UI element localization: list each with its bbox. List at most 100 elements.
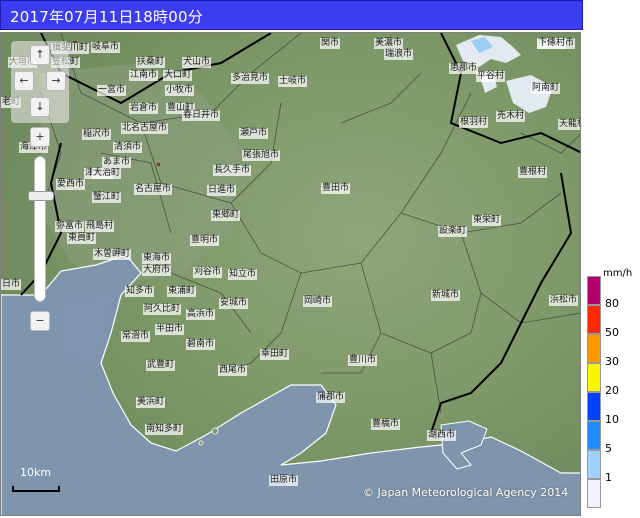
place-label: 設楽町	[438, 226, 468, 237]
place-label: 長久手市	[213, 165, 252, 176]
legend-label: 20	[605, 384, 619, 397]
place-label: 美濃市	[374, 38, 404, 49]
place-label: 瑞浪市	[384, 49, 414, 60]
legend-label: 5	[605, 442, 612, 455]
legend-swatch	[587, 363, 601, 392]
rain-radar-map[interactable]: 揖斐川町大垣市岐阜市関市美濃市瑞浪市恵那市中津川市下條村笠松町扶桑町犬山市江南市…	[0, 32, 581, 516]
place-label: 名古屋市	[134, 184, 173, 195]
legend-swatch	[587, 334, 601, 363]
place-label: 豊川市	[348, 355, 378, 366]
place-label: 碧南市	[186, 339, 216, 350]
place-label: 関市	[320, 38, 341, 49]
legend-unit: mm/h	[603, 268, 633, 279]
place-label: 東員町	[67, 233, 97, 244]
place-label: 田原市	[269, 475, 299, 486]
pan-up-button[interactable]: ↑	[30, 45, 50, 65]
place-label: 知立市	[228, 269, 258, 280]
copyright-notice: © Japan Meteorological Agency 2014	[363, 486, 569, 499]
legend-label: 10	[605, 413, 619, 426]
zoom-in-button[interactable]: +	[30, 127, 50, 147]
place-label: 岡崎市	[303, 296, 333, 307]
place-label: 瀬戸市	[239, 128, 269, 139]
place-label: 東海市	[142, 253, 172, 264]
zoom-out-button[interactable]: −	[30, 311, 50, 331]
place-label: 豊田市	[321, 183, 351, 194]
legend-label: 80	[605, 297, 619, 310]
legend-swatch	[587, 305, 601, 334]
pan-right-button[interactable]: →	[46, 71, 66, 91]
place-label: 春日井市	[182, 110, 221, 121]
place-label: 天龍村	[558, 119, 580, 130]
scale-bar: 10km	[12, 466, 62, 502]
place-label: 大府市	[142, 265, 172, 276]
place-label: 蒲郡市	[316, 392, 346, 403]
legend-label: 50	[605, 326, 619, 339]
precipitation-legend: mm/h 80 50 30 20 10 5 1	[585, 268, 640, 512]
place-label: 東郷町	[211, 210, 241, 221]
observation-time: 2017年07月11日18時00分	[10, 8, 203, 26]
place-label: 阿南町	[531, 83, 561, 94]
legend-swatch	[587, 479, 601, 508]
legend-swatch	[587, 450, 601, 479]
place-label: 愛西市	[56, 179, 86, 190]
place-label: 江南市	[129, 70, 159, 81]
place-label: 南知多町	[145, 424, 184, 435]
zoom-slider-track[interactable]	[34, 156, 46, 302]
place-label: 湖西市	[427, 430, 457, 441]
place-label: 木曽岬町	[93, 249, 132, 260]
place-label: 浜松市	[549, 295, 579, 306]
legend-label: 30	[605, 355, 619, 368]
place-label: 蟹江町	[92, 192, 122, 203]
place-label: 東栄町	[472, 215, 502, 226]
legend-swatch	[587, 421, 601, 450]
place-label: 安城市	[219, 298, 249, 309]
place-label: 阿久比町	[143, 304, 182, 315]
legend-swatch	[587, 276, 601, 305]
place-label: 大治町	[92, 168, 122, 179]
place-label: 恵那市	[449, 63, 479, 74]
place-label: 岩倉市	[129, 103, 159, 114]
place-label: 弥富市	[55, 221, 85, 232]
place-label: 豊橋市	[371, 419, 401, 430]
place-label: 豊根村	[518, 167, 548, 178]
scale-bar-line	[12, 486, 60, 492]
place-label: 飛島村	[85, 221, 115, 232]
place-label: 常滑市	[121, 331, 151, 342]
place-label: 一宮市	[97, 85, 127, 96]
scale-label: 10km	[20, 466, 52, 479]
title-bar: 2017年07月11日18時00分	[0, 0, 583, 30]
place-label: 日進市	[207, 185, 237, 196]
place-label: あま市	[102, 157, 132, 168]
place-label: 幸田町	[260, 349, 290, 360]
place-label: 犬山市	[182, 57, 212, 68]
place-label: 武豊町	[146, 360, 176, 371]
place-label: 美浜町	[136, 397, 166, 408]
place-label: 日市	[1, 279, 22, 290]
place-label: 知多市	[125, 286, 155, 297]
place-label: 大口町	[163, 70, 193, 81]
map-base	[1, 33, 580, 515]
place-label: 半田市	[155, 324, 185, 335]
place-label: 稲沢市	[82, 129, 112, 140]
place-label: 多治見市	[231, 73, 270, 84]
place-label: 清須市	[113, 142, 143, 153]
place-label: 岐阜市	[91, 42, 121, 53]
pan-down-button[interactable]: ↓	[30, 97, 50, 117]
place-label: 扶桑町	[136, 57, 166, 68]
place-label: 小牧市	[165, 85, 195, 96]
place-label: 西尾市	[218, 365, 248, 376]
place-label: 根羽村	[459, 117, 489, 128]
legend-label: 1	[605, 471, 612, 484]
pan-left-button[interactable]: ←	[14, 71, 34, 91]
place-label: 高浜市	[186, 309, 216, 320]
place-label: 平谷村	[476, 71, 506, 82]
place-label: 北名古屋市	[121, 123, 169, 134]
place-label: 売木村	[496, 111, 526, 122]
place-label: 土岐市	[278, 76, 308, 87]
legend-swatch	[587, 392, 601, 421]
zoom-slider-thumb[interactable]	[28, 191, 54, 201]
place-label: 尾張旭市	[242, 150, 281, 161]
place-label: 東浦町	[167, 286, 197, 297]
place-label: 刈谷市	[193, 267, 223, 278]
place-label: 豊明市	[190, 235, 220, 246]
